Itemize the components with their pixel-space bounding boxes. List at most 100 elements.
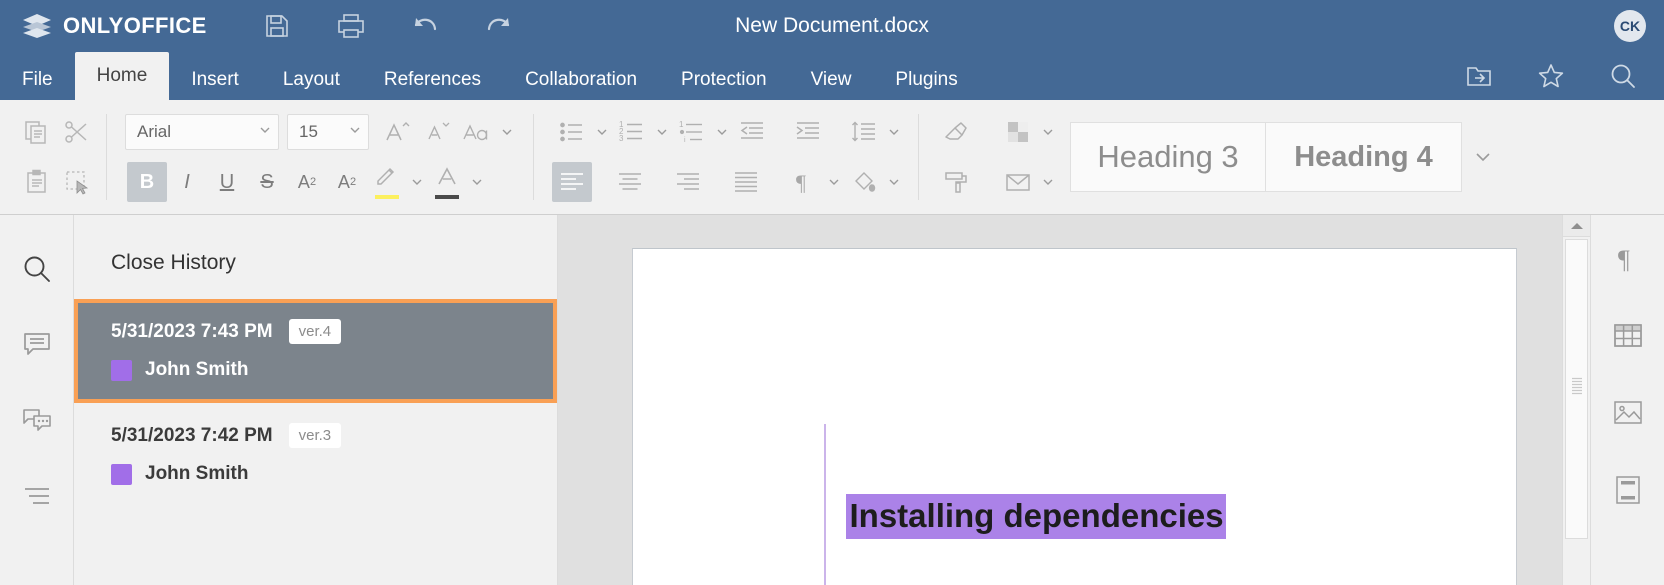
document-heading[interactable]: Installing dependencies <box>845 494 1226 539</box>
superscript-button[interactable]: A2 <box>287 162 327 202</box>
chevron-down-icon[interactable] <box>1038 113 1058 151</box>
header-footer-settings-icon[interactable] <box>1609 471 1647 509</box>
avatar[interactable]: CK <box>1614 10 1646 42</box>
navigation-headings-icon[interactable] <box>18 478 56 516</box>
close-history-button[interactable]: Close History <box>74 215 557 299</box>
chevron-down-icon[interactable] <box>1038 163 1058 201</box>
print-icon[interactable] <box>334 9 368 43</box>
chevron-down-icon[interactable] <box>712 113 732 151</box>
chevron-down-icon[interactable] <box>467 163 487 201</box>
bullet-list-icon[interactable] <box>552 112 592 152</box>
chat-icon[interactable] <box>18 402 56 440</box>
highlight-color-icon[interactable] <box>367 162 407 202</box>
tab-list: File Home Insert Layout References Colla… <box>0 52 980 100</box>
chevron-down-icon[interactable] <box>407 163 427 201</box>
tab-home[interactable]: Home <box>74 52 170 100</box>
font-group: Arial 15 B I U S A 2 A 2 <box>116 100 543 214</box>
undo-icon[interactable] <box>408 9 442 43</box>
divider <box>106 114 107 200</box>
chevron-down-icon[interactable] <box>1462 122 1504 192</box>
history-item-header: 5/31/2023 7:43 PM ver.4 <box>111 319 553 344</box>
bold-button[interactable]: B <box>127 162 167 202</box>
select-all-icon[interactable] <box>57 162 97 202</box>
align-center-icon[interactable] <box>610 162 650 202</box>
paragraph-settings-icon[interactable]: ¶ <box>1609 240 1647 278</box>
title-bar: ONLYOFFICE New Document.docx CK <box>0 0 1664 52</box>
open-file-location-icon[interactable] <box>1464 61 1494 91</box>
tab-collaboration[interactable]: Collaboration <box>503 60 659 100</box>
tab-insert[interactable]: Insert <box>169 60 261 100</box>
clipboard-group <box>0 100 116 214</box>
tab-plugins[interactable]: Plugins <box>873 60 979 100</box>
table-settings-icon[interactable] <box>1609 317 1647 355</box>
scroll-up-arrow-icon[interactable] <box>1563 215 1590 237</box>
svg-text:3: 3 <box>619 134 624 143</box>
decrease-font-size-icon[interactable] <box>417 112 457 152</box>
tab-layout[interactable]: Layout <box>261 60 362 100</box>
shading-icon[interactable] <box>844 162 884 202</box>
history-version-item[interactable]: 5/31/2023 7:43 PM ver.4 John Smith <box>74 299 557 403</box>
font-color-icon[interactable] <box>427 162 467 202</box>
style-heading-3[interactable]: Heading 3 <box>1070 122 1266 192</box>
history-item-author-row: John Smith <box>111 359 553 381</box>
line-spacing-icon[interactable] <box>844 112 884 152</box>
font-family-combo[interactable]: Arial <box>125 114 279 150</box>
align-left-icon[interactable] <box>552 162 592 202</box>
clear-style-icon[interactable] <box>936 112 976 152</box>
chevron-down-icon[interactable] <box>652 113 672 151</box>
divider <box>918 114 919 200</box>
italic-button[interactable]: I <box>167 162 207 202</box>
increase-font-size-icon[interactable] <box>377 112 417 152</box>
multilevel-list-icon[interactable]: 1 i <box>672 112 712 152</box>
copy-icon[interactable] <box>17 112 57 152</box>
redo-icon[interactable] <box>482 9 516 43</box>
image-settings-icon[interactable] <box>1609 394 1647 432</box>
align-right-icon[interactable] <box>668 162 708 202</box>
paste-icon[interactable] <box>17 162 57 202</box>
change-bar <box>823 424 826 585</box>
subscript-base: A <box>337 171 350 192</box>
style-heading-4[interactable]: Heading 4 <box>1266 122 1462 192</box>
underline-button[interactable]: U <box>207 162 247 202</box>
chevron-down-icon[interactable] <box>592 113 612 151</box>
decrease-indent-icon[interactable] <box>732 112 772 152</box>
search-icon[interactable] <box>18 250 56 288</box>
favorite-star-icon[interactable] <box>1536 61 1566 91</box>
svg-text:1: 1 <box>679 120 684 129</box>
strikethrough-button[interactable]: S <box>247 162 287 202</box>
chevron-down-icon <box>348 123 362 142</box>
editor-body: Close History 5/31/2023 7:43 PM ver.4 Jo… <box>0 215 1664 585</box>
borders-icon[interactable] <box>998 112 1038 152</box>
document-canvas[interactable]: Installing dependencies <box>558 215 1590 585</box>
increase-indent-icon[interactable] <box>788 112 828 152</box>
history-item-datetime: 5/31/2023 7:42 PM <box>111 424 273 446</box>
cut-icon[interactable] <box>57 112 97 152</box>
tab-protection[interactable]: Protection <box>659 60 789 100</box>
chevron-down-icon[interactable] <box>884 163 904 201</box>
change-case-icon[interactable] <box>457 112 497 152</box>
tab-references[interactable]: References <box>362 60 503 100</box>
search-icon[interactable] <box>1608 61 1638 91</box>
chevron-down-icon[interactable] <box>824 163 844 201</box>
mail-merge-icon[interactable] <box>998 162 1038 202</box>
tab-view[interactable]: View <box>789 60 874 100</box>
history-item-version-badge: ver.4 <box>288 319 342 344</box>
align-justify-icon[interactable] <box>726 162 766 202</box>
vertical-scrollbar[interactable] <box>1562 215 1590 585</box>
paragraph-group: 1 2 3 1 i ¶ <box>543 100 928 214</box>
comments-icon[interactable] <box>18 326 56 364</box>
nonprinting-characters-icon[interactable]: ¶ <box>784 162 824 202</box>
tab-file[interactable]: File <box>0 60 75 100</box>
superscript-exp: 2 <box>309 176 317 188</box>
document-page[interactable]: Installing dependencies <box>631 248 1517 585</box>
chevron-down-icon[interactable] <box>884 113 904 151</box>
font-size-combo[interactable]: 15 <box>287 114 369 150</box>
chevron-down-icon[interactable] <box>497 113 517 151</box>
subscript-button[interactable]: A2 <box>327 162 367 202</box>
brand-name: ONLYOFFICE <box>63 13 207 38</box>
history-version-item[interactable]: 5/31/2023 7:42 PM ver.3 John Smith <box>74 403 557 507</box>
scrollbar-thumb[interactable] <box>1565 239 1588 539</box>
copy-style-icon[interactable] <box>936 162 976 202</box>
save-icon[interactable] <box>260 9 294 43</box>
numbered-list-icon[interactable]: 1 2 3 <box>612 112 652 152</box>
